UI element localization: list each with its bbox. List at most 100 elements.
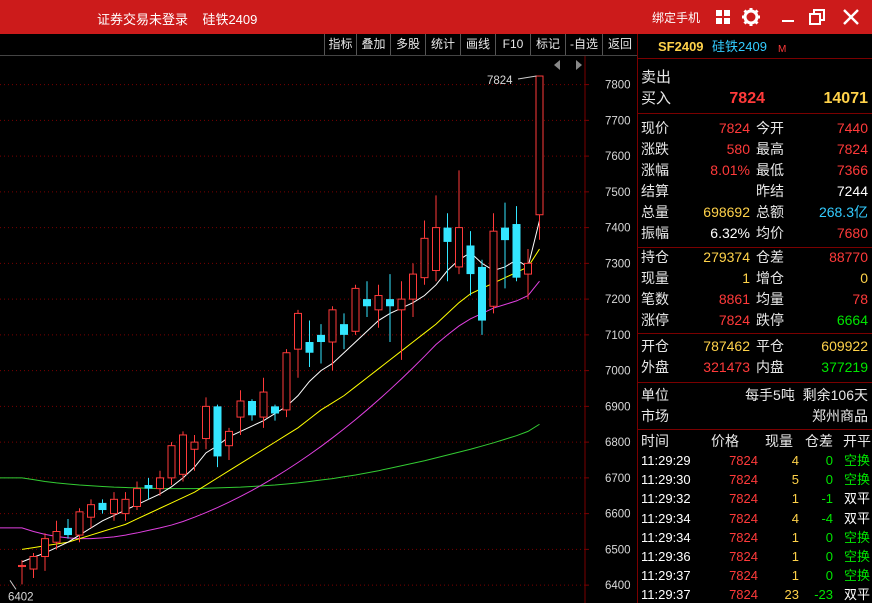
mark-button[interactable]: 标记	[530, 34, 565, 55]
tick-time: 11:29:37	[641, 568, 691, 584]
tick-row: 11:29:32 7824 1 -1 双平	[638, 488, 872, 509]
buy-price: 7824	[729, 90, 765, 107]
candle-body	[213, 406, 222, 457]
field-value: 279374	[703, 249, 750, 265]
tick-volume: 1	[791, 549, 799, 564]
y-tick-label: 6600	[605, 509, 631, 521]
grid-icon[interactable]	[712, 6, 734, 28]
overlay-button[interactable]: 叠加	[356, 34, 390, 55]
field-label: 跌停	[756, 312, 784, 328]
back-button[interactable]: 返回	[602, 34, 637, 55]
tick-type: 空换	[843, 568, 870, 584]
multi-stock-button[interactable]: 多股	[390, 34, 425, 55]
candle-body	[121, 498, 130, 515]
y-tick-label: 7400	[605, 223, 631, 235]
quote-row: 涨幅 8.01% 最低 7366	[638, 160, 872, 181]
unit-label: 单位	[641, 387, 669, 403]
statistics-button[interactable]: 统计	[425, 34, 460, 55]
candle-down	[443, 213, 452, 282]
close-icon[interactable]	[840, 6, 862, 28]
tick-volume: 4	[791, 453, 799, 468]
y-tick-label: 7700	[605, 115, 631, 127]
field-label: 现量	[641, 270, 669, 286]
tick-oi-change: 0	[825, 453, 833, 468]
tick-time: 11:29:32	[641, 491, 691, 507]
candle-down	[501, 202, 509, 289]
candle-down	[512, 206, 521, 282]
candle-down	[317, 324, 325, 364]
candle-body	[41, 538, 49, 558]
y-tick-label: 7600	[605, 151, 631, 163]
f10-button[interactable]: F10	[495, 34, 530, 55]
candle-down	[466, 231, 475, 296]
field-value: 7680	[836, 225, 868, 241]
quote-row: 涨跌 580 最高 7824	[638, 139, 872, 160]
candle-body	[133, 488, 141, 507]
tick-oi-change: 0	[825, 568, 833, 584]
candle-body	[75, 511, 84, 536]
field-label: 平仓	[756, 338, 784, 354]
field-value: 1	[742, 270, 750, 286]
quote-row: 现价 7824 今开 7440	[638, 118, 872, 139]
tick-oi-change: 0	[825, 529, 833, 545]
tick-oi-change: 0	[825, 549, 833, 564]
field-label: 最低	[756, 162, 784, 178]
tick-time: 11:29:29	[641, 453, 691, 468]
field-label: 外盘	[641, 359, 669, 375]
indicator-button[interactable]: 指标	[324, 34, 356, 55]
low-label: 6402	[8, 591, 34, 603]
field-label: 持仓	[641, 249, 669, 265]
kline-chart[interactable]: 6400 6500 6600 6700 6800 6900 7000 7100 7200 7300…	[0, 56, 637, 603]
candle-up	[190, 434, 199, 471]
margin-badge: M	[778, 44, 787, 55]
candle-body	[282, 352, 291, 411]
market-value: 郑州商品	[812, 408, 868, 424]
restore-icon[interactable]	[806, 6, 828, 28]
tick-time: 11:29:36	[641, 549, 691, 564]
quote-row: 涨停 7824 跌停 6664	[638, 310, 872, 331]
field-label: 最高	[756, 141, 784, 157]
candle-body	[294, 312, 302, 350]
candle-body	[466, 245, 475, 275]
candle-up	[52, 520, 61, 550]
panel-header: SF2409 硅铁2409 M	[638, 36, 872, 57]
tick-time: 11:29:34	[641, 510, 691, 526]
tick-header-type: 开平	[843, 433, 871, 449]
candle-up	[455, 170, 463, 275]
field-value: 698692	[703, 204, 750, 220]
y-tick-label: 7800	[605, 80, 631, 92]
bind-phone-link[interactable]: 绑定手机	[652, 9, 700, 26]
candle-up	[282, 349, 291, 418]
field-label: 均量	[756, 291, 784, 307]
candle-down	[386, 274, 394, 343]
add-watchlist-button[interactable]: -自选	[565, 34, 602, 55]
candle-body	[29, 556, 38, 570]
candle-body	[432, 227, 440, 272]
field-label: 涨跌	[641, 141, 669, 157]
candle-up	[167, 442, 176, 486]
field-label: 昨结	[756, 183, 784, 199]
buy-volume: 14071	[823, 90, 869, 107]
minimize-icon[interactable]	[777, 6, 799, 28]
draw-line-button[interactable]: 画线	[460, 34, 495, 55]
quote-panel: SF2409 硅铁2409 M 卖出 买入 7824 14071 现价 7824 今…	[637, 34, 872, 603]
tick-type: 空换	[843, 472, 870, 488]
gear-icon[interactable]	[740, 6, 762, 28]
candle-up	[225, 427, 233, 460]
market-label: 市场	[641, 408, 669, 424]
field-label: 结算	[641, 183, 669, 199]
candle-down	[305, 320, 314, 368]
chart-nav-arrows-icon[interactable]	[554, 60, 582, 70]
field-value: 787462	[703, 338, 750, 354]
quote-row: 总量 698692 总额 268.3亿	[638, 202, 872, 223]
field-label: 现价	[641, 120, 669, 136]
y-axis-labels: 6400 6500 6600 6700 6800 6900 7000 7100 7200 7300…	[605, 80, 631, 593]
field-value: 7824	[718, 120, 750, 136]
candle-up	[351, 284, 360, 335]
candle-up	[121, 492, 130, 521]
field-value: 580	[726, 141, 750, 157]
tick-type: 空换	[843, 529, 870, 545]
tick-type: 双平	[843, 491, 870, 507]
sell-row: 卖出	[638, 67, 872, 88]
candle-down	[248, 399, 256, 421]
